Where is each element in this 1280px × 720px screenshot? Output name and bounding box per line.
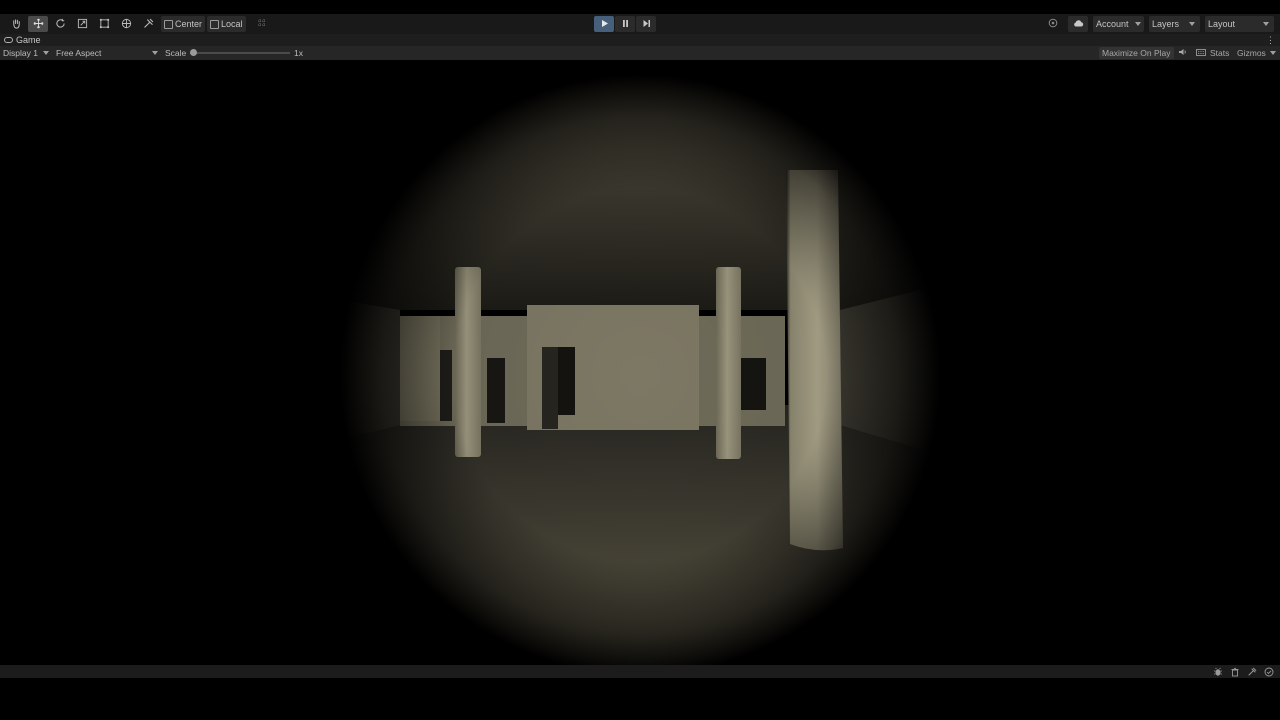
layout-label: Layout [1208, 19, 1236, 29]
move-icon [33, 18, 44, 31]
rotate-tool-button[interactable] [50, 16, 70, 32]
step-icon [642, 19, 651, 30]
maximize-label: Maximize On Play [1102, 48, 1171, 58]
tab-menu-button[interactable]: ⋮ [1266, 34, 1275, 46]
layers-label: Layers [1152, 19, 1180, 29]
scale-icon [77, 18, 88, 31]
chevron-down-icon [1263, 22, 1269, 26]
account-dropdown[interactable]: Account [1093, 16, 1144, 32]
grid-snap-button[interactable] [253, 16, 271, 32]
pause-icon [621, 19, 630, 30]
pause-button[interactable] [615, 16, 635, 32]
game-view-toolbar: Display 1 Free Aspect Scale 1x Maximize … [0, 46, 1280, 60]
keyboard-icon [1196, 48, 1206, 58]
collab-button[interactable] [1043, 16, 1063, 32]
speaker-icon [1178, 48, 1187, 58]
game-render [0, 60, 1280, 665]
account-label: Account [1096, 19, 1129, 29]
history-icon [1048, 18, 1058, 30]
game-viewport[interactable] [0, 60, 1280, 665]
pivot-rotation-toggle[interactable]: Local [207, 16, 246, 32]
step-button[interactable] [636, 16, 656, 32]
chevron-down-icon [1270, 51, 1276, 55]
play-button[interactable] [594, 16, 614, 32]
rect-tool-button[interactable] [94, 16, 114, 32]
letterbox-bottom [0, 678, 1280, 720]
scale-slider-track[interactable] [190, 52, 290, 54]
toolbar-right: Account Layers Layout [1043, 16, 1274, 32]
trash-icon[interactable] [1229, 666, 1240, 677]
custom-tools-icon [143, 18, 154, 31]
aspect-dropdown[interactable]: Free Aspect [56, 46, 158, 60]
play-icon [600, 19, 609, 30]
layers-dropdown[interactable]: Layers [1149, 16, 1200, 32]
pivot-controls: Center Local [161, 16, 246, 32]
display-dropdown[interactable]: Display 1 [3, 46, 49, 60]
move-tool-button[interactable] [28, 16, 48, 32]
chevron-down-icon [152, 51, 158, 55]
hand-tool-button[interactable] [6, 16, 26, 32]
mute-audio-toggle[interactable] [1175, 47, 1190, 59]
chevron-down-icon [1134, 22, 1141, 26]
transform-tools [6, 16, 158, 32]
letterbox-top [0, 0, 1280, 14]
build-icon[interactable] [1246, 666, 1257, 677]
progress-icon[interactable] [1263, 666, 1274, 677]
maximize-on-play-toggle[interactable]: Maximize On Play [1099, 47, 1174, 59]
custom-tool-button[interactable] [138, 16, 158, 32]
chevron-down-icon [1189, 22, 1195, 26]
cloud-button[interactable] [1068, 16, 1088, 32]
chevron-down-icon [42, 51, 49, 55]
scale-value: 1x [294, 48, 303, 58]
tab-game[interactable]: Game [4, 34, 41, 46]
tab-bar: Game ⋮ [0, 34, 1280, 46]
kebab-menu-icon: ⋮ [1266, 34, 1275, 45]
scale-slider-thumb[interactable] [190, 49, 197, 56]
pivot-rotation-label: Local [221, 19, 243, 29]
stats-toggle[interactable]: Stats [1207, 47, 1232, 59]
main-toolbar: Center Local Account Layers Layout [0, 14, 1280, 34]
stats-label: Stats [1210, 48, 1230, 58]
status-bar [0, 665, 1280, 678]
pivot-mode-label: Center [175, 19, 203, 29]
grid-snap-icon [257, 18, 267, 30]
gizmos-menu-caret[interactable] [1267, 47, 1279, 59]
pivot-center-icon [164, 19, 173, 29]
gizmos-label: Gizmos [1237, 48, 1266, 58]
layout-dropdown[interactable]: Layout [1205, 16, 1274, 32]
tab-game-label: Game [16, 35, 41, 45]
aspect-label: Free Aspect [56, 48, 102, 58]
gizmos-dropdown[interactable]: Gizmos [1234, 47, 1269, 59]
scale-label: Scale [165, 48, 187, 58]
scale-tool-button[interactable] [72, 16, 92, 32]
rect-transform-icon [99, 18, 110, 31]
pivot-mode-toggle[interactable]: Center [161, 16, 206, 32]
gamepad-icon [4, 37, 13, 43]
cloud-icon [1073, 19, 1084, 29]
display-label: Display 1 [3, 48, 38, 58]
hand-icon [11, 18, 22, 31]
rotate-icon [55, 18, 66, 31]
playmode-controls [594, 16, 656, 32]
status-icons [1212, 666, 1274, 677]
pivot-local-icon [210, 19, 220, 29]
bug-icon[interactable] [1212, 666, 1223, 677]
transform-tool-button[interactable] [116, 16, 136, 32]
transform-icon [121, 18, 132, 31]
